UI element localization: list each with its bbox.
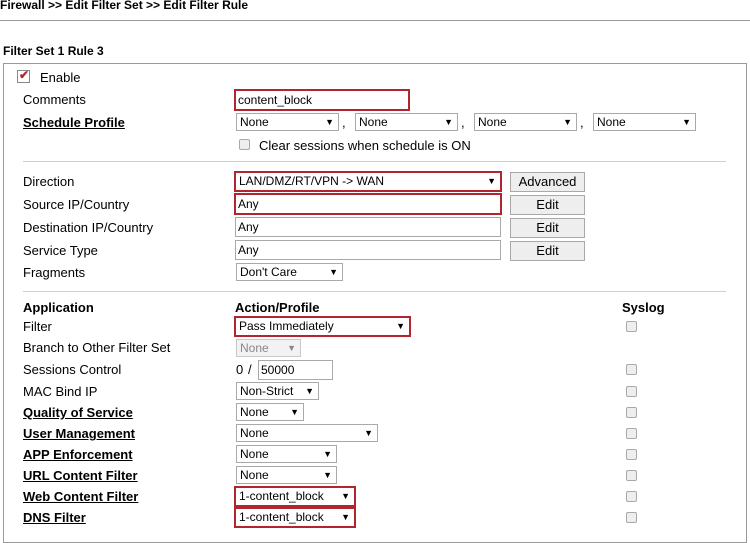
clear-sessions-checkbox[interactable] [239,139,250,150]
syslog-filter-checkbox[interactable] [626,321,637,332]
sessions-max-input[interactable]: 50000 [258,360,333,380]
clear-sessions-label: Clear sessions when schedule is ON [259,138,471,153]
chevron-down-icon: ▼ [396,321,405,331]
dns-filter-link[interactable]: DNS Filter [23,510,86,525]
mac-bind-label: MAC Bind IP [23,384,98,399]
chevron-down-icon: ▼ [329,267,338,277]
destination-edit-button[interactable]: Edit [510,218,585,238]
syslog-mac-checkbox[interactable] [626,386,637,397]
dns-filter-select[interactable]: 1-content_block ▼ [234,507,356,528]
schedule-separator: , [461,115,465,130]
app-enforcement-select[interactable]: None ▼ [236,445,337,463]
chevron-down-icon: ▼ [341,512,350,522]
chevron-down-icon: ▼ [325,117,334,127]
sessions-separator: / [248,362,252,377]
schedule-separator: , [580,115,584,130]
syslog-header: Syslog [622,300,665,315]
source-input[interactable]: Any [234,193,502,215]
schedule-profile-link[interactable]: Schedule Profile [23,115,125,130]
mac-bind-select[interactable]: Non-Strict ▼ [236,382,319,400]
header-divider [0,20,750,21]
syslog-app-checkbox[interactable] [626,449,637,460]
filter-label: Filter [23,319,52,334]
fragments-label: Fragments [23,265,86,280]
syslog-sessions-checkbox[interactable] [626,364,637,375]
web-filter-select[interactable]: 1-content_block ▼ [234,486,356,507]
chevron-down-icon: ▼ [682,117,691,127]
chevron-down-icon: ▼ [487,176,496,186]
service-label: Service Type [23,243,98,258]
schedule-select-1[interactable]: None ▼ [236,113,339,131]
breadcrumb: Firewall >> Edit Filter Set >> Edit Filt… [0,0,249,12]
syslog-url-checkbox[interactable] [626,470,637,481]
enable-label: Enable [40,70,81,85]
branch-label: Branch to Other Filter Set [23,340,171,355]
source-edit-button[interactable]: Edit [510,195,585,215]
service-edit-button[interactable]: Edit [510,241,585,261]
qos-link[interactable]: Quality of Service [23,405,133,420]
qos-select[interactable]: None ▼ [236,403,304,421]
section-divider [23,291,726,292]
schedule-separator: , [342,115,346,130]
chevron-down-icon: ▼ [305,386,314,396]
destination-input[interactable]: Any [235,217,501,237]
action-profile-header: Action/Profile [235,300,320,315]
app-enforcement-link[interactable]: APP Enforcement [23,447,133,462]
comments-label: Comments [23,92,86,107]
chevron-down-icon: ▼ [323,470,332,480]
direction-label: Direction [23,174,75,189]
direction-select[interactable]: LAN/DMZ/RT/VPN -> WAN ▼ [234,171,502,192]
checkmark-icon: ✔ [19,68,30,82]
advanced-button[interactable]: Advanced [510,172,585,192]
schedule-select-4[interactable]: None ▼ [593,113,696,131]
user-management-link[interactable]: User Management [23,426,135,441]
syslog-web-checkbox[interactable] [626,491,637,502]
chevron-down-icon: ▼ [323,449,332,459]
chevron-down-icon: ▼ [563,117,572,127]
syslog-user-checkbox[interactable] [626,428,637,439]
url-filter-select[interactable]: None ▼ [236,466,337,484]
chevron-down-icon: ▼ [364,428,373,438]
user-management-select[interactable]: None ▼ [236,424,378,442]
comments-input[interactable]: content_block [234,89,410,111]
filter-set-title: Filter Set 1 Rule 3 [3,44,104,58]
destination-label: Destination IP/Country [23,220,154,235]
service-input[interactable]: Any [235,240,501,260]
chevron-down-icon: ▼ [290,407,299,417]
web-filter-link[interactable]: Web Content Filter [23,489,138,504]
chevron-down-icon: ▼ [444,117,453,127]
syslog-dns-checkbox[interactable] [626,512,637,523]
syslog-qos-checkbox[interactable] [626,407,637,418]
chevron-down-icon: ▼ [341,491,350,501]
chevron-down-icon: ▼ [287,343,296,353]
schedule-select-2[interactable]: None ▼ [355,113,458,131]
section-divider [23,161,726,162]
source-label: Source IP/Country [23,197,130,212]
url-filter-link[interactable]: URL Content Filter [23,468,138,483]
sessions-current: 0 [236,362,244,377]
enable-checkbox[interactable]: ✔ [17,68,30,83]
application-header: Application [23,300,94,315]
sessions-label: Sessions Control [23,362,122,377]
branch-select: None ▼ [236,339,301,357]
schedule-select-3[interactable]: None ▼ [474,113,577,131]
fragments-select[interactable]: Don't Care ▼ [236,263,343,281]
filter-select[interactable]: Pass Immediately ▼ [234,316,411,337]
